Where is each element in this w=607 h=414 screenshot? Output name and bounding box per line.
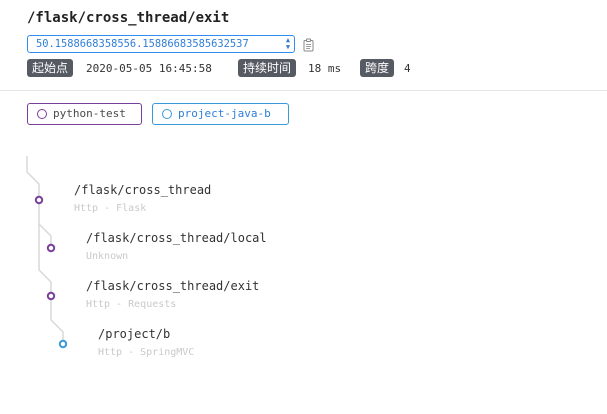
start-time-label: 起始点 bbox=[27, 59, 74, 77]
start-time-value: 2020-05-05 16:45:58 bbox=[86, 62, 212, 75]
service-ring-icon bbox=[162, 109, 172, 119]
select-arrows-icon: ▲ ▼ bbox=[284, 36, 292, 52]
span-component: Unknown bbox=[86, 251, 129, 262]
span-component: Http - SpringMVC bbox=[98, 347, 195, 358]
span-endpoint[interactable]: /flask/cross_thread/local bbox=[86, 231, 267, 245]
span-component: Http - Flask bbox=[74, 203, 147, 214]
span-count-value: 4 bbox=[404, 62, 411, 75]
page-title: /flask/cross_thread/exit bbox=[27, 10, 230, 26]
span-endpoint[interactable]: /project/b bbox=[98, 327, 170, 341]
copy-icon[interactable] bbox=[302, 38, 316, 52]
service-tag-project-java-b[interactable]: project-java-b bbox=[152, 103, 289, 125]
span-node-icon[interactable] bbox=[46, 291, 56, 301]
span-endpoint[interactable]: /flask/cross_thread/exit bbox=[86, 279, 259, 293]
trace-id-value: 50.1588668358556.15886683585632537 bbox=[36, 38, 249, 50]
span-component: Http - Requests bbox=[86, 299, 177, 310]
span-endpoint[interactable]: /flask/cross_thread bbox=[74, 183, 211, 197]
service-tag-python-test[interactable]: python-test bbox=[27, 103, 142, 125]
service-tag-label: python-test bbox=[53, 107, 126, 120]
span-node-icon[interactable] bbox=[46, 243, 56, 253]
service-tag-label: project-java-b bbox=[178, 107, 271, 120]
span-count-label: 跨度 bbox=[360, 59, 395, 77]
trace-id-select[interactable]: 50.1588668358556.15886683585632537 ▲ ▼ bbox=[27, 35, 295, 53]
trace-tree: /flask/cross_thread Http - Flask /flask/… bbox=[0, 150, 300, 370]
span-node-icon[interactable] bbox=[34, 195, 44, 205]
duration-value: 18 ms bbox=[308, 62, 342, 75]
header-divider bbox=[0, 90, 607, 91]
span-node-icon[interactable] bbox=[58, 339, 68, 349]
duration-label: 持续时间 bbox=[238, 59, 297, 77]
service-ring-icon bbox=[37, 109, 47, 119]
